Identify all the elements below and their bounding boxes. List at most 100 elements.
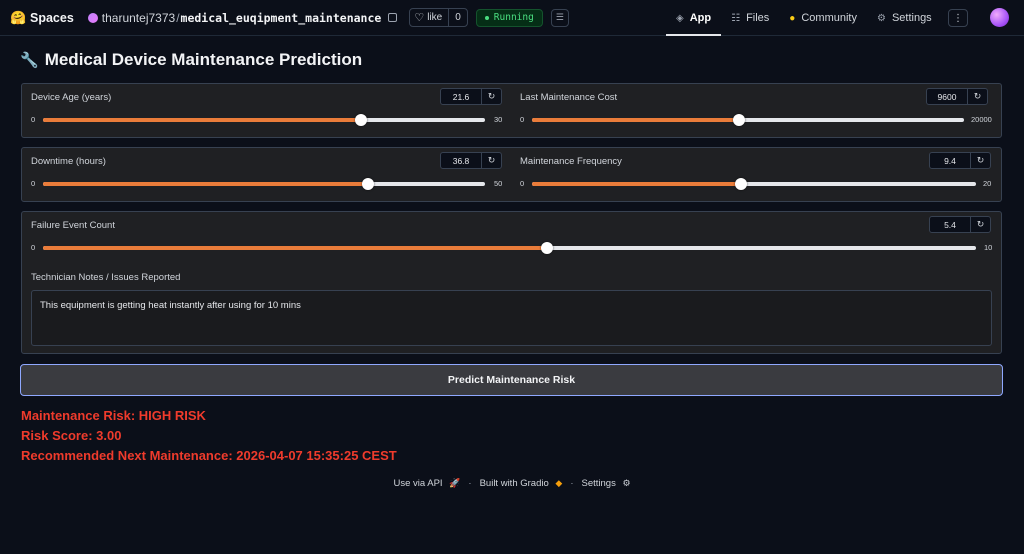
frequency-min: 0 xyxy=(520,179,525,188)
last-cost-number-box: 9600 ↻ xyxy=(926,88,988,105)
built-with-gradio-link[interactable]: Built with Gradio ◆ xyxy=(480,478,563,489)
logs-menu-button[interactable]: ☰ xyxy=(550,8,569,27)
repo-breadcrumb: tharuntej7373 / medical_euqipment_mainte… xyxy=(87,10,398,25)
copy-icon[interactable] xyxy=(388,13,398,22)
more-vertical-icon: ⋮ xyxy=(953,12,963,24)
cube-icon: ◈ xyxy=(676,12,684,24)
repo-name-link[interactable]: medical_euqipment_maintenance xyxy=(181,11,382,25)
page-title-text: Medical Device Maintenance Prediction xyxy=(44,50,363,69)
reset-icon[interactable]: ↻ xyxy=(970,153,990,168)
predict-button[interactable]: Predict Maintenance Risk xyxy=(20,364,1003,396)
panel-failure-notes: Failure Event Count 5.4 ↻ 0 10 Technicia… xyxy=(21,211,1002,354)
community-icon: ● xyxy=(789,12,796,24)
gear-icon: ⚙ xyxy=(622,478,631,488)
downtime-slider[interactable] xyxy=(43,178,485,190)
running-status-badge[interactable]: Running xyxy=(475,8,543,27)
reset-icon[interactable]: ↻ xyxy=(481,153,501,168)
slider-fill xyxy=(532,118,740,122)
frequency-number-box: 9.4 ↻ xyxy=(929,152,991,169)
owner-avatar-icon xyxy=(87,12,98,23)
use-via-api-label: Use via API xyxy=(393,478,443,489)
status-label: Running xyxy=(493,12,534,23)
user-avatar[interactable] xyxy=(990,8,1009,27)
last-cost-input[interactable]: 9600 xyxy=(927,92,967,102)
settings-link[interactable]: Settings ⚙ xyxy=(582,478,631,489)
downtime-max: 50 xyxy=(494,179,503,188)
risk-score-result: Risk Score: 3.00 xyxy=(21,428,122,443)
slider-thumb[interactable] xyxy=(355,114,368,126)
device-age-number-box: 21.6 ↻ xyxy=(440,88,502,105)
list-icon: ☰ xyxy=(555,12,564,22)
space-tabs: ◈ App ☷ Files ● Community ⚙ Settings xyxy=(666,0,942,36)
page-title: 🔧 Medical Device Maintenance Prediction xyxy=(20,50,362,70)
footer-separator: · xyxy=(570,478,574,489)
spaces-label: Spaces xyxy=(30,10,74,25)
downtime-label: Downtime (hours) xyxy=(31,156,106,167)
downtime-input[interactable]: 36.8 xyxy=(441,156,481,166)
technician-notes-label: Technician Notes / Issues Reported xyxy=(31,272,181,283)
slider-fill xyxy=(43,118,362,122)
frequency-slider[interactable] xyxy=(532,178,976,190)
downtime-slider-block: Downtime (hours) 36.8 ↻ 0 50 xyxy=(31,148,503,198)
tab-settings[interactable]: ⚙ Settings xyxy=(867,0,942,36)
slider-thumb[interactable] xyxy=(733,114,746,126)
footer-separator: · xyxy=(468,478,472,489)
tab-settings-label: Settings xyxy=(891,12,932,24)
downtime-number-box: 36.8 ↻ xyxy=(440,152,502,169)
tab-app[interactable]: ◈ App xyxy=(666,0,722,36)
like-label: like xyxy=(427,12,443,23)
frequency-max: 20 xyxy=(983,179,992,188)
spaces-brand[interactable]: 🤗 Spaces xyxy=(10,10,74,26)
panel-downtime-frequency: Downtime (hours) 36.8 ↻ 0 50 Maintenance… xyxy=(21,147,1002,202)
gradio-logo-icon: ◆ xyxy=(555,478,563,488)
last-cost-slider-block: Last Maintenance Cost 9600 ↻ 0 20000 xyxy=(520,84,992,134)
device-age-input[interactable]: 21.6 xyxy=(441,92,481,102)
device-age-min: 0 xyxy=(31,115,36,124)
slider-thumb[interactable] xyxy=(362,178,375,190)
slider-fill xyxy=(532,182,741,186)
tab-files-label: Files xyxy=(746,12,770,24)
breadcrumb-separator: / xyxy=(176,10,180,25)
slider-fill xyxy=(43,246,547,250)
failure-count-label: Failure Event Count xyxy=(31,220,115,231)
repo-owner-link[interactable]: tharuntej7373 xyxy=(102,11,175,25)
slider-thumb[interactable] xyxy=(734,178,747,190)
last-cost-max: 20000 xyxy=(971,115,992,124)
next-maintenance-result: Recommended Next Maintenance: 2026-04-07… xyxy=(21,448,397,463)
hugging-face-logo-icon: 🤗 xyxy=(10,9,27,25)
frequency-label: Maintenance Frequency xyxy=(520,156,622,167)
failure-count-min: 0 xyxy=(31,243,36,252)
slider-thumb[interactable] xyxy=(540,242,553,254)
files-icon: ☷ xyxy=(731,12,741,24)
heart-icon: ♡ xyxy=(414,12,425,24)
reset-icon[interactable]: ↻ xyxy=(970,217,990,232)
device-age-slider-block: Device Age (years) 21.6 ↻ 0 30 xyxy=(31,84,503,134)
slider-fill xyxy=(43,182,369,186)
maintenance-risk-result: Maintenance Risk: HIGH RISK xyxy=(21,408,206,423)
failure-count-slider-block: Failure Event Count 5.4 ↻ 0 10 xyxy=(31,212,992,262)
technician-notes-textarea[interactable]: This equipment is getting heat instantly… xyxy=(31,290,992,346)
device-age-slider[interactable] xyxy=(43,114,485,126)
last-cost-slider[interactable] xyxy=(532,114,964,126)
settings-label: Settings xyxy=(581,478,616,489)
reset-icon[interactable]: ↻ xyxy=(481,89,501,104)
downtime-min: 0 xyxy=(31,179,36,188)
failure-count-number-box: 5.4 ↻ xyxy=(929,216,991,233)
frequency-input[interactable]: 9.4 xyxy=(930,156,970,166)
last-cost-min: 0 xyxy=(520,115,525,124)
reset-icon[interactable]: ↻ xyxy=(967,89,987,104)
more-options-button[interactable]: ⋮ xyxy=(948,9,968,27)
frequency-slider-block: Maintenance Frequency 9.4 ↻ 0 20 xyxy=(520,148,992,198)
tab-app-label: App xyxy=(689,12,712,24)
tab-community[interactable]: ● Community xyxy=(779,0,867,36)
device-age-max: 30 xyxy=(494,115,503,124)
built-with-gradio-label: Built with Gradio xyxy=(479,478,549,489)
like-label-group: ♡ like xyxy=(410,11,448,24)
rocket-icon: 🚀 xyxy=(449,478,461,488)
failure-count-slider[interactable] xyxy=(43,242,976,254)
like-button[interactable]: ♡ like 0 xyxy=(409,8,468,27)
failure-count-input[interactable]: 5.4 xyxy=(930,220,970,230)
use-via-api-link[interactable]: Use via API 🚀 xyxy=(393,478,460,489)
last-cost-label: Last Maintenance Cost xyxy=(520,92,618,103)
tab-files[interactable]: ☷ Files xyxy=(721,0,779,36)
